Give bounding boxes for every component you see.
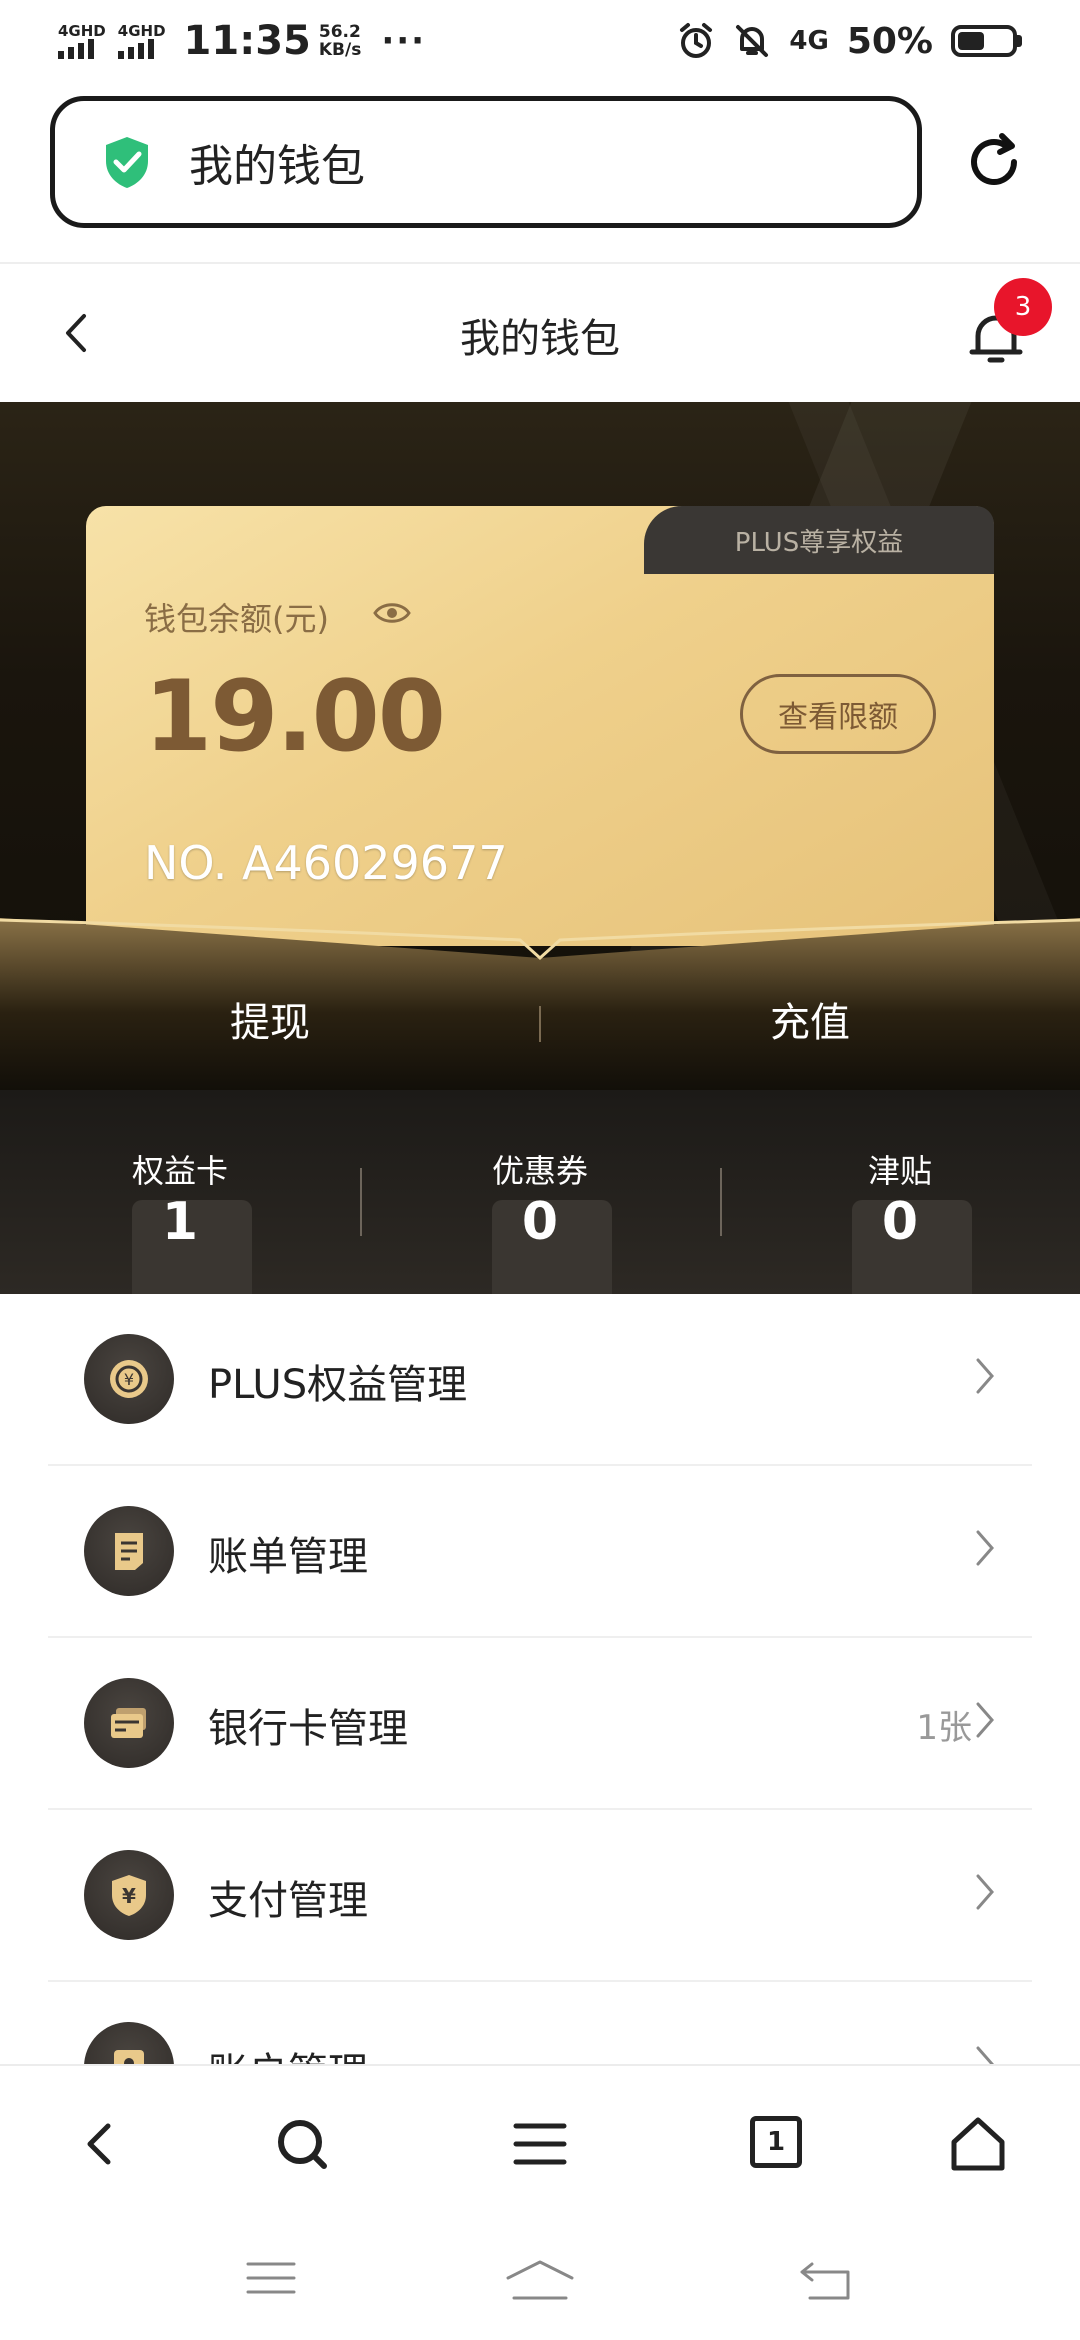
- plus-benefits-tab[interactable]: PLUS尊享权益: [644, 506, 994, 574]
- yuan-shield-icon: ¥: [84, 1850, 174, 1940]
- eye-icon[interactable]: [372, 598, 412, 628]
- more-notifications-icon: ···: [381, 21, 427, 61]
- menu-item-account[interactable]: 账户管理: [48, 1982, 1032, 2064]
- reload-icon[interactable]: [962, 130, 1026, 194]
- secure-shield-icon: [106, 137, 148, 188]
- menu-label: 账户管理: [208, 2040, 368, 2064]
- status-bar: 4GHD 4GHD 11:35 56.2 KB/s ··· 4G 50%: [0, 0, 1080, 82]
- nav-home-icon[interactable]: [504, 2258, 576, 2302]
- stat-divider: [360, 1168, 362, 1236]
- coin-icon: ¥: [84, 1334, 174, 1424]
- menu-item-bill[interactable]: 账单管理: [48, 1466, 1032, 1638]
- sim2-signal-icon: 4GHD: [117, 22, 166, 59]
- wallet-menu: ¥ PLUS权益管理 账单管理 银行卡管理 1张 ¥ 支付管理 账户管理: [0, 1294, 1080, 2064]
- pocket-edge: [0, 918, 1080, 961]
- balance-label: 钱包余额(元): [144, 600, 329, 638]
- action-divider: [539, 1006, 541, 1042]
- chevron-right-icon: [976, 1358, 994, 1394]
- network-speed: 56.2 KB/s: [319, 23, 361, 59]
- chevron-right-icon: [976, 1530, 994, 1566]
- menu-item-payment[interactable]: ¥ 支付管理: [48, 1810, 1032, 1982]
- stat-label: 权益卡: [131, 1152, 228, 1190]
- speed-value: 56.2: [318, 22, 361, 42]
- tab-switcher-button[interactable]: 1: [750, 2116, 802, 2168]
- menu-label: PLUS权益管理: [208, 1362, 468, 1408]
- stat-value: 0: [881, 1192, 919, 1252]
- sim1-label: 4GHD: [58, 22, 106, 40]
- menu-item-plus[interactable]: ¥ PLUS权益管理: [48, 1294, 1032, 1466]
- stat-label: 优惠券: [491, 1152, 588, 1190]
- page-header: 我的钱包 3: [0, 264, 1080, 402]
- sim2-label: 4GHD: [117, 22, 166, 40]
- stat-divider: [720, 1168, 722, 1236]
- home-icon[interactable]: [948, 2114, 1008, 2174]
- chevron-right-icon: [976, 2046, 994, 2064]
- menu-label: 银行卡管理: [208, 1706, 408, 1752]
- browser-back-icon[interactable]: [70, 2114, 130, 2174]
- recents-icon[interactable]: [244, 2258, 298, 2298]
- notification-badge: 3: [994, 278, 1052, 336]
- network-type: 4G: [789, 26, 829, 56]
- page-title: 我的钱包: [460, 316, 620, 362]
- battery-icon: [951, 25, 1022, 57]
- address-bar-title: 我的钱包: [189, 141, 365, 192]
- menu-icon[interactable]: [510, 2114, 570, 2174]
- stats-bar: 权益卡 1 优惠券 0 津贴 0: [0, 1090, 1080, 1294]
- stat-coupon[interactable]: 优惠券 0: [360, 1090, 720, 1294]
- menu-item-bank-card[interactable]: 银行卡管理 1张: [48, 1638, 1032, 1810]
- system-nav-bar: [0, 2214, 1080, 2340]
- stat-value: 1: [161, 1192, 199, 1252]
- svg-text:¥: ¥: [122, 1884, 136, 1908]
- svg-text:¥: ¥: [124, 1370, 134, 1389]
- recharge-button[interactable]: 充值: [660, 990, 960, 1048]
- chevron-right-icon: [976, 1702, 994, 1738]
- clock: 11:35: [183, 18, 311, 64]
- bill-icon: [84, 1506, 174, 1596]
- stat-allowance[interactable]: 津贴 0: [720, 1090, 1080, 1294]
- alarm-icon: [680, 23, 713, 58]
- view-limit-button[interactable]: 查看限额: [740, 674, 936, 754]
- wallet-number: NO. A46029677: [144, 836, 508, 890]
- stat-value: 0: [521, 1192, 559, 1252]
- stat-label: 津贴: [867, 1152, 932, 1190]
- browser-toolbar: 1: [0, 2064, 1080, 2214]
- search-icon[interactable]: [272, 2114, 332, 2174]
- bank-card-count: 1张: [916, 1708, 972, 1748]
- speed-unit: KB/s: [318, 40, 362, 60]
- battery-percent: 50%: [846, 20, 933, 62]
- chevron-right-icon: [976, 1874, 994, 1910]
- mute-icon: [736, 25, 769, 57]
- bank-card-icon: [84, 1678, 174, 1768]
- address-bar[interactable]: 我的钱包: [50, 96, 922, 228]
- menu-label: 账单管理: [208, 1534, 368, 1580]
- menu-label: 支付管理: [208, 1878, 368, 1924]
- nav-back-icon[interactable]: [798, 2258, 854, 2302]
- withdraw-button[interactable]: 提现: [120, 990, 420, 1048]
- balance-amount: 19.00: [144, 660, 446, 774]
- sim1-signal-icon: 4GHD: [58, 23, 106, 59]
- stat-benefit-card[interactable]: 权益卡 1: [0, 1090, 360, 1294]
- account-icon: [84, 2022, 174, 2064]
